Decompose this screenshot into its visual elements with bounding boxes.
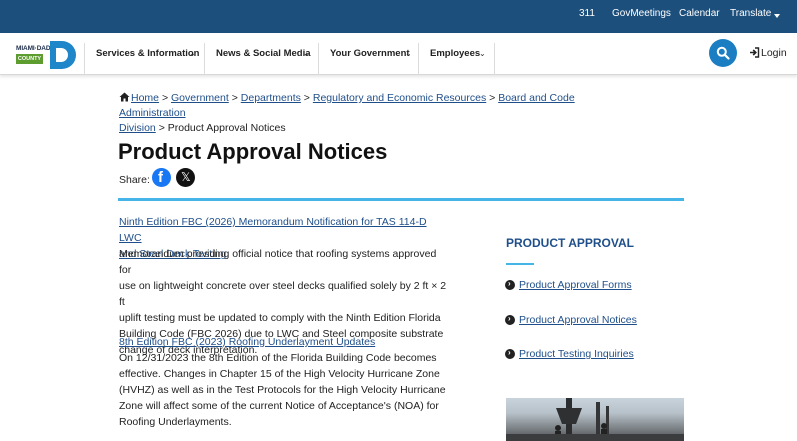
breadcrumb-current: Product Approval Notices bbox=[167, 122, 286, 134]
search-icon bbox=[716, 46, 730, 60]
breadcrumb-separator: > bbox=[303, 92, 310, 104]
nav-news-social-media[interactable]: News & Social Media bbox=[216, 48, 311, 59]
sidebar-heading: PRODUCT APPROVAL bbox=[506, 236, 635, 250]
x-share-button[interactable]: 𝕏 bbox=[176, 168, 195, 187]
logo-text: MIAMI·DADE bbox=[16, 45, 55, 52]
breadcrumb-departments[interactable]: Departments bbox=[241, 92, 301, 104]
logo-county-text: COUNTY bbox=[16, 54, 43, 64]
notice-text-line: Roofing Underlayments. bbox=[119, 416, 232, 428]
notice-text-line: Memorandum providing official notice tha… bbox=[119, 248, 437, 276]
translate-button[interactable]: Translate bbox=[730, 8, 771, 19]
notice-description: On 12/31/2023 the 8th Edition of the Flo… bbox=[119, 350, 449, 430]
home-icon bbox=[119, 92, 130, 102]
breadcrumb-separator: > bbox=[161, 92, 169, 104]
nav-divider bbox=[494, 43, 495, 75]
notice-text-line: Zone will affect some of the current Not… bbox=[119, 400, 439, 412]
sidebar-item-label[interactable]: Product Testing Inquiries bbox=[519, 348, 634, 360]
sidebar-item-label[interactable]: Product Approval Forms bbox=[519, 279, 632, 291]
nav-your-government[interactable]: Your Government bbox=[330, 48, 410, 59]
chevron-down-icon bbox=[774, 14, 780, 18]
chevron-down-icon: ⌄ bbox=[189, 49, 196, 58]
chevron-down-icon: ⌄ bbox=[479, 49, 486, 58]
notice-title-line[interactable]: Ninth Edition FBC (2026) Memorandum Noti… bbox=[119, 216, 427, 244]
x-icon: 𝕏 bbox=[181, 170, 191, 184]
breadcrumb-separator: > bbox=[489, 92, 496, 104]
facebook-icon: f bbox=[158, 169, 163, 186]
nav-employees[interactable]: Employees bbox=[430, 48, 480, 59]
notice-text-line: (HVHZ) as well as in the Test Protocols … bbox=[119, 384, 446, 396]
breadcrumb-separator: > bbox=[158, 122, 165, 134]
county-logo[interactable]: MIAMI·DADE COUNTY bbox=[16, 41, 76, 69]
main-nav: MIAMI·DADE COUNTY Services & Information… bbox=[0, 33, 797, 75]
link-govmeetings[interactable]: GovMeetings bbox=[612, 8, 671, 19]
breadcrumb: Home > Government > Departments > Regula… bbox=[119, 91, 619, 136]
search-button[interactable] bbox=[709, 39, 737, 67]
notice-text-line: On 12/31/2023 the 8th Edition of the Flo… bbox=[119, 352, 437, 364]
chevron-right-circle-icon: › bbox=[505, 314, 515, 325]
nav-divider bbox=[318, 43, 319, 75]
nav-divider bbox=[84, 43, 85, 75]
nav-services-information[interactable]: Services & Information bbox=[96, 48, 199, 59]
notice-text-line: uplift testing must be updated to comply… bbox=[119, 312, 441, 324]
nav-divider bbox=[204, 43, 205, 75]
breadcrumb-bca-division[interactable]: Division bbox=[119, 122, 156, 134]
breadcrumb-home[interactable]: Home bbox=[131, 92, 159, 104]
construction-silhouette bbox=[506, 398, 684, 441]
notice-title-link[interactable]: 8th Edition FBC (2023) Roofing Underlaym… bbox=[119, 334, 449, 350]
breadcrumb-government[interactable]: Government bbox=[171, 92, 229, 104]
notice-text-line: use on lightweight concrete over steel d… bbox=[119, 280, 447, 308]
sidebar-item-label[interactable]: Product Approval Notices bbox=[519, 314, 637, 326]
notice-text-line: effective. Changes in Chapter 15 of the … bbox=[119, 368, 440, 380]
logo-d-icon bbox=[50, 41, 76, 69]
sidebar-item-testing[interactable]: › Product Testing Inquiries bbox=[505, 348, 685, 362]
chevron-down-icon: ⌄ bbox=[405, 49, 412, 58]
login-icon[interactable] bbox=[749, 47, 760, 58]
breadcrumb-separator: > bbox=[231, 92, 238, 104]
content-divider bbox=[118, 198, 684, 201]
share-label: Share: bbox=[119, 174, 150, 186]
link-311[interactable]: 311 bbox=[579, 8, 595, 19]
breadcrumb-rer[interactable]: Regulatory and Economic Resources bbox=[313, 92, 486, 104]
notice-title-line[interactable]: 8th Edition FBC (2023) Roofing Underlaym… bbox=[119, 336, 375, 348]
utility-bar: 311 GovMeetings Calendar Translate bbox=[0, 0, 797, 33]
sidebar-heading-underline bbox=[506, 263, 534, 265]
page-title: Product Approval Notices bbox=[118, 139, 388, 164]
facebook-share-button[interactable]: f bbox=[152, 168, 171, 187]
login-link[interactable]: Login bbox=[761, 47, 787, 59]
construction-photo bbox=[506, 398, 684, 441]
chevron-right-circle-icon: › bbox=[505, 279, 515, 290]
sidebar-item-notices[interactable]: › Product Approval Notices bbox=[505, 314, 685, 328]
nav-divider bbox=[418, 43, 419, 75]
link-calendar[interactable]: Calendar bbox=[679, 8, 720, 19]
sidebar-item-forms[interactable]: › Product Approval Forms bbox=[505, 279, 685, 293]
chevron-down-icon: ⌄ bbox=[303, 49, 310, 58]
chevron-right-circle-icon: › bbox=[505, 348, 515, 359]
